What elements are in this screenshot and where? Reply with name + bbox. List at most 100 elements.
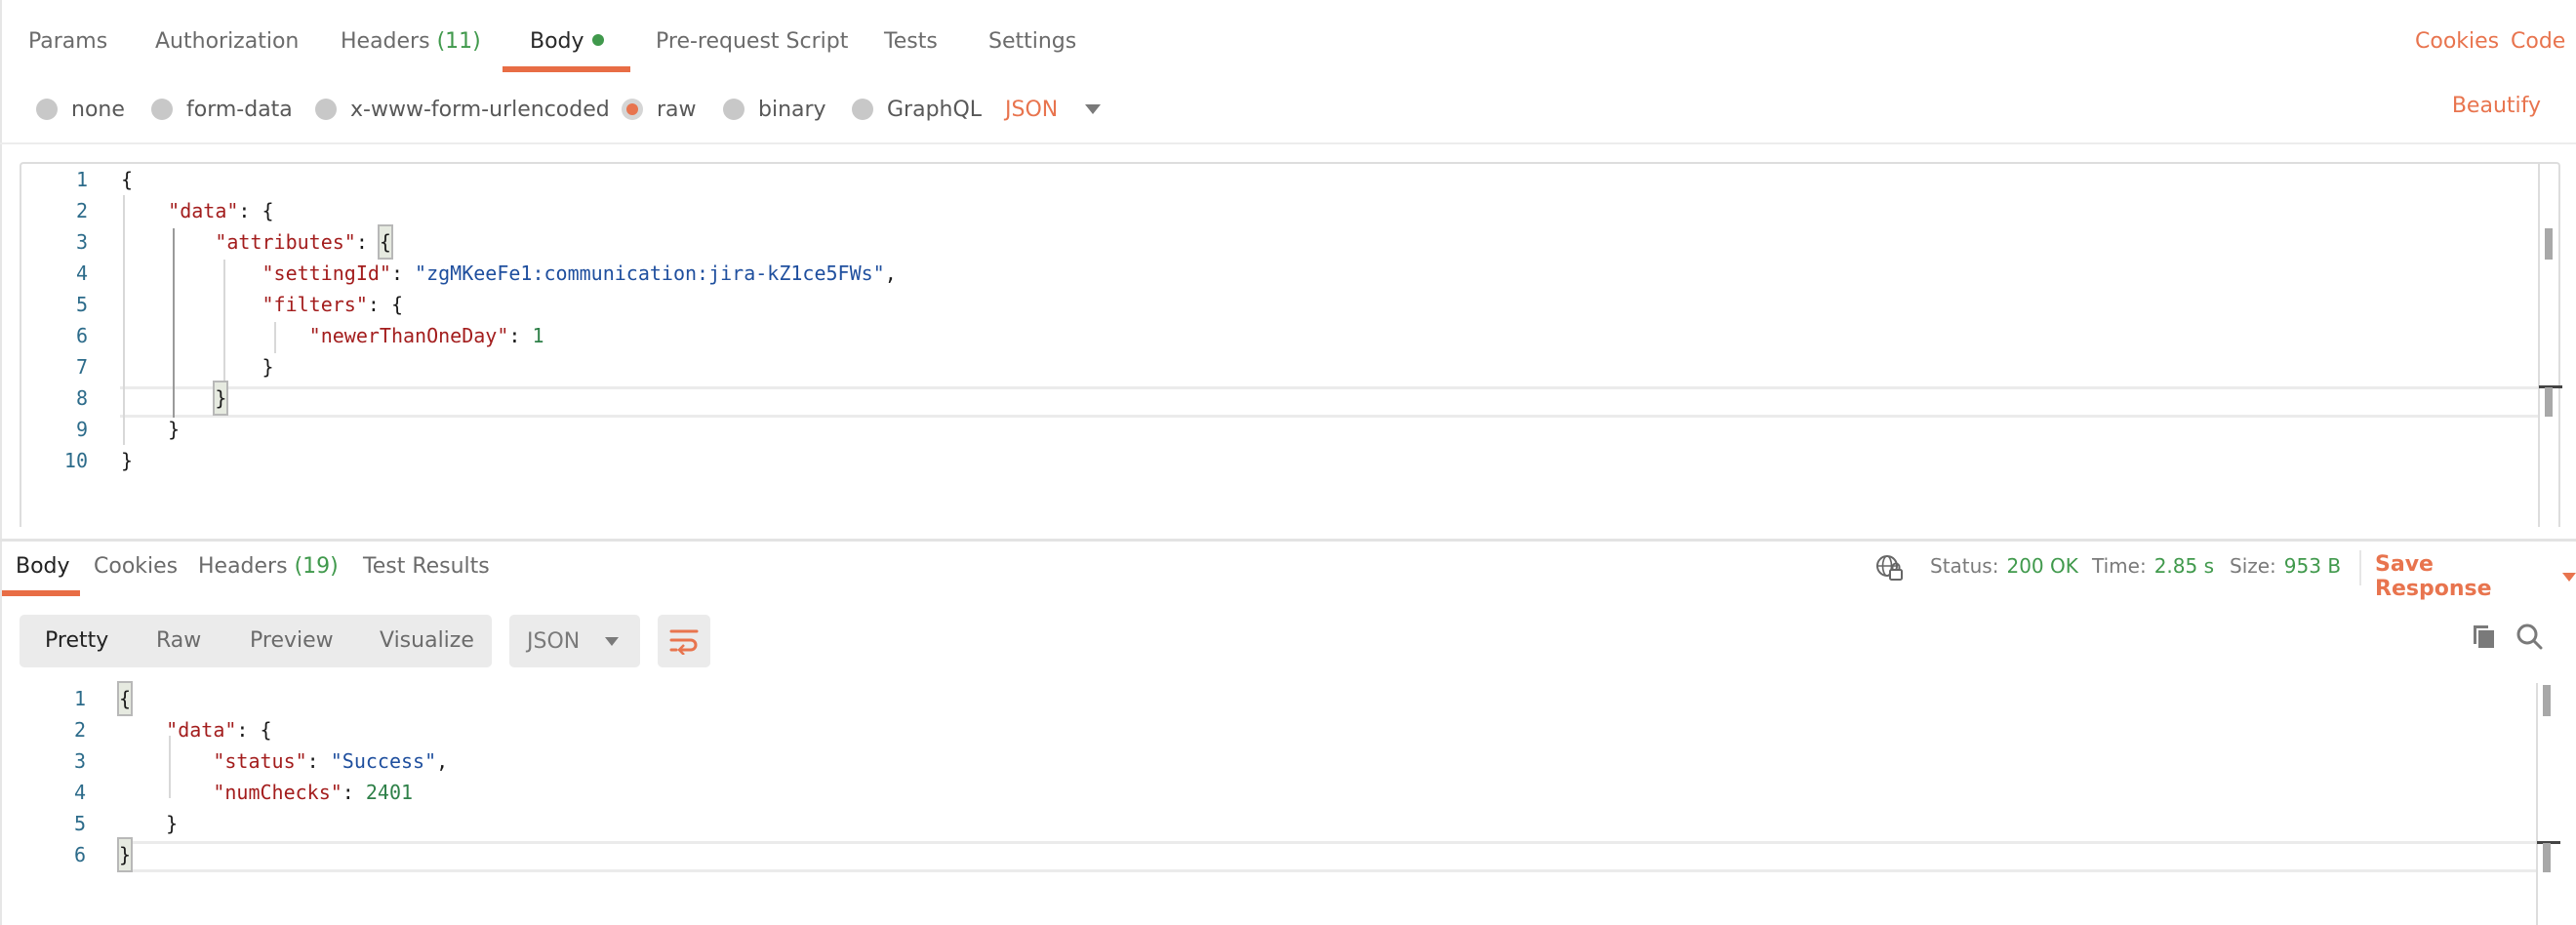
bracket-match: } <box>213 381 229 416</box>
radio-circle-icon <box>151 99 173 120</box>
response-tab-headers-label: Headers <box>198 554 288 579</box>
code-line: 4 "settingId": "zgMKeeFe1:communication:… <box>21 258 2558 289</box>
code-line: 6} <box>20 837 2576 872</box>
line-number: 8 <box>75 386 88 410</box>
view-raw-button[interactable]: Raw <box>156 628 201 653</box>
line-number: 4 <box>73 781 86 804</box>
language-label: JSON <box>1005 97 1059 122</box>
json-key: "newerThanOneDay" <box>308 324 509 347</box>
code-line: 9 } <box>21 414 2558 445</box>
tab-authorization[interactable]: Authorization <box>155 29 299 54</box>
code-line: 4 "numChecks": 2401 <box>20 777 2576 808</box>
json-key: "status" <box>213 749 307 773</box>
body-language-select[interactable]: JSON <box>1005 94 1102 125</box>
radio-raw[interactable]: raw <box>622 94 697 125</box>
status-label: Status: <box>1930 554 1999 578</box>
code-line: 2 "data": { <box>21 195 2558 226</box>
size-value: 953 B <box>2283 554 2342 578</box>
json-string: "Success" <box>330 749 437 773</box>
chevron-down-icon <box>605 636 620 646</box>
radio-circle-icon <box>723 99 745 120</box>
tab-params[interactable]: Params <box>28 29 107 54</box>
response-format-select[interactable]: JSON <box>509 615 640 667</box>
line-number: 6 <box>75 324 88 347</box>
radio-binary[interactable]: binary <box>723 94 826 125</box>
body-type-selector: none form-data x-www-form-urlencoded raw… <box>0 94 2576 129</box>
wrap-lines-button[interactable] <box>658 615 710 667</box>
response-active-tab-indicator <box>2 590 80 596</box>
time-label: Time: <box>2092 554 2147 578</box>
line-number: 3 <box>75 230 88 254</box>
editor-scrollbar-thumb[interactable] <box>2545 228 2553 260</box>
view-visualize-button[interactable]: Visualize <box>380 628 474 653</box>
json-key: "data" <box>166 718 237 742</box>
json-number: 2401 <box>365 781 414 804</box>
json-string: "zgMKeeFe1:communication:jira-kZ1ce5FWs" <box>415 261 885 285</box>
tab-body[interactable]: Body <box>530 29 604 54</box>
radio-selected-icon <box>622 99 643 120</box>
code-line: 3 "attributes": { <box>21 224 2558 260</box>
response-divider[interactable] <box>0 539 2576 542</box>
request-body-editor[interactable]: 1 { 2 "data": { 3 "attributes": { 4 "sett… <box>20 162 2562 527</box>
response-tab-body[interactable]: Body <box>16 554 70 579</box>
response-body-viewer[interactable]: 1{ 2 "data": { 3 "status": "Success", 4 … <box>0 681 2576 925</box>
json-number: 1 <box>532 324 544 347</box>
json-key: "data" <box>168 199 239 222</box>
wrap-lines-icon <box>669 629 699 655</box>
radio-none[interactable]: none <box>36 94 125 125</box>
radio-label: binary <box>758 97 826 122</box>
radio-circle-icon <box>852 99 873 120</box>
beautify-button[interactable]: Beautify <box>2452 94 2541 118</box>
response-tab-headers[interactable]: Headers (19) <box>198 554 339 579</box>
tab-pre-request-script[interactable]: Pre-request Script <box>656 29 848 54</box>
editor-scrollbar-track[interactable] <box>2538 164 2540 527</box>
bracket-match: { <box>116 681 134 716</box>
save-response-label: Save Response <box>2375 552 2492 601</box>
line-number: 3 <box>73 749 86 773</box>
radio-label: GraphQL <box>887 97 983 122</box>
json-key: "filters" <box>262 293 368 316</box>
request-tabs: Params Authorization Headers (11) Body P… <box>0 0 2576 72</box>
radio-form-data[interactable]: form-data <box>151 94 293 125</box>
search-icon[interactable] <box>2516 623 2543 654</box>
copy-icon[interactable] <box>2471 623 2498 654</box>
code-link[interactable]: Code <box>2511 29 2565 54</box>
body-modified-dot-icon <box>591 34 604 46</box>
scrollbar-cursor-marker <box>2543 843 2551 872</box>
view-pretty-button[interactable]: Pretty <box>45 628 108 653</box>
response-tab-cookies[interactable]: Cookies <box>94 554 178 579</box>
code-line: 8 } <box>21 381 2558 416</box>
radio-label: x-www-form-urlencoded <box>350 97 610 122</box>
radio-x-www-form-urlencoded[interactable]: x-www-form-urlencoded <box>315 94 610 125</box>
response-headers-count: (19) <box>294 554 339 579</box>
response-scrollbar-track[interactable] <box>2536 683 2538 925</box>
tab-settings[interactable]: Settings <box>988 29 1076 54</box>
divider <box>2359 550 2361 585</box>
tab-headers[interactable]: Headers (11) <box>341 29 481 54</box>
code-line: 6 "newerThanOneDay": 1 <box>21 320 2558 351</box>
response-tab-test-results[interactable]: Test Results <box>363 554 490 579</box>
status-value: 200 OK <box>2006 554 2078 578</box>
radio-label: form-data <box>186 97 293 122</box>
divider <box>0 142 2576 144</box>
save-response-button[interactable]: Save Response <box>2375 552 2576 601</box>
json-key: "attributes" <box>215 230 356 254</box>
tab-body-label: Body <box>530 29 584 54</box>
size-label: Size: <box>2230 554 2276 578</box>
bracket-match: { <box>377 224 393 260</box>
tab-headers-label: Headers <box>341 29 430 54</box>
chevron-down-icon <box>1085 104 1102 114</box>
headers-count: (11) <box>436 29 481 54</box>
view-preview-button[interactable]: Preview <box>250 628 334 653</box>
response-status: Status: 200 OK <box>1930 554 2078 578</box>
line-number: 10 <box>63 449 88 472</box>
json-key: "numChecks" <box>213 781 342 804</box>
code-line: 2 "data": { <box>20 714 2576 745</box>
cookies-link[interactable]: Cookies <box>2415 29 2499 54</box>
radio-label: none <box>71 97 125 122</box>
code-line: 10} <box>21 445 2558 476</box>
tab-tests[interactable]: Tests <box>884 29 938 54</box>
globe-lock-icon[interactable] <box>1875 554 1905 585</box>
radio-graphql[interactable]: GraphQL <box>852 94 982 125</box>
response-scrollbar-thumb[interactable] <box>2543 685 2551 716</box>
